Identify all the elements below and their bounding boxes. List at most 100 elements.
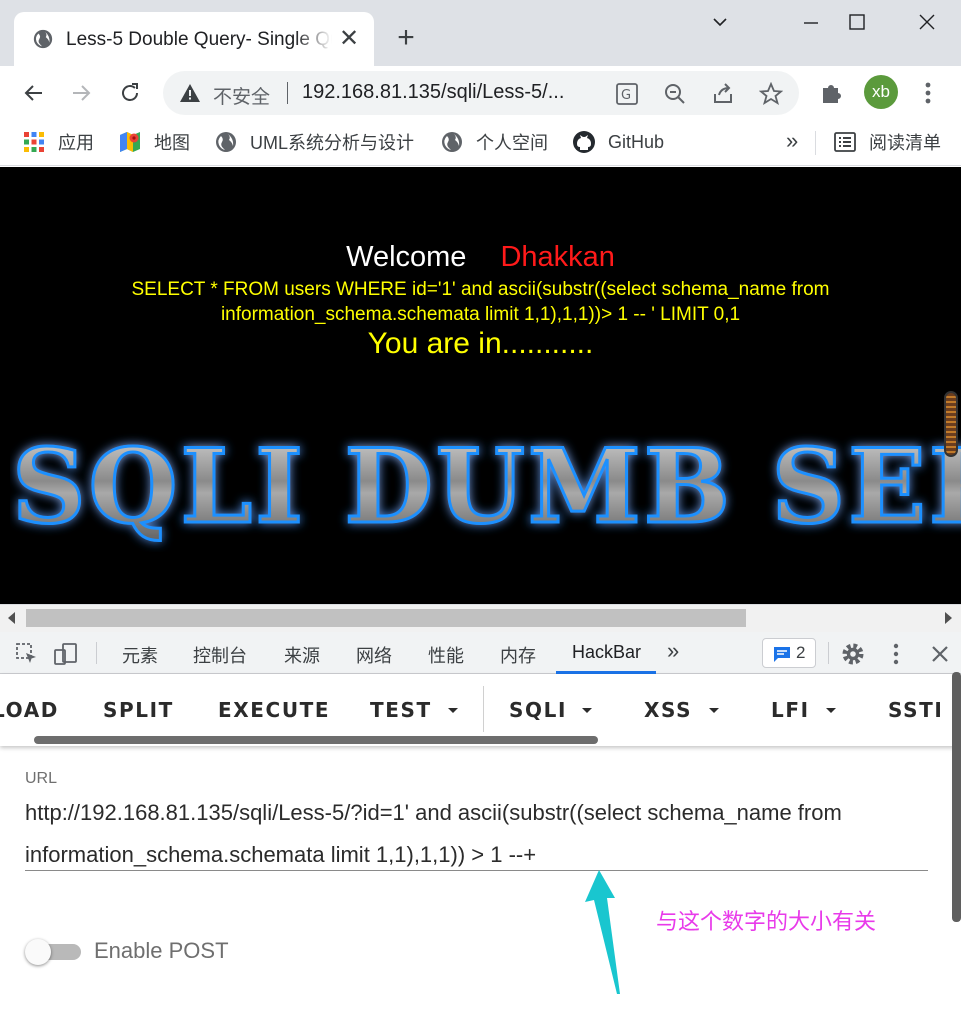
sqli-banner-image: SQLI DUMB SERIES — [11, 426, 961, 549]
bookmark-apps[interactable]: 应用 — [22, 128, 94, 156]
caret-down-icon — [709, 708, 719, 713]
menu-dots-icon[interactable] — [883, 641, 909, 667]
more-tabs-button[interactable]: » — [667, 638, 679, 664]
tab-strip: Less-5 Double Query- Single Quotes- Stri… — [0, 0, 961, 66]
maximize-icon — [849, 14, 865, 30]
status-message: You are in........... — [367, 327, 594, 360]
reload-button[interactable] — [113, 76, 147, 110]
tab-hackbar[interactable]: HackBar — [572, 642, 641, 663]
split-button[interactable]: SPLIT — [103, 698, 174, 722]
avatar[interactable]: xb — [864, 75, 898, 109]
close-icon — [919, 14, 935, 30]
reading-list-label: 阅读清单 — [869, 133, 941, 153]
test-dropdown[interactable]: TEST — [370, 698, 432, 722]
minimize-icon — [804, 22, 818, 24]
url-text[interactable]: 192.168.81.135/sqli/Less-5/... — [302, 81, 564, 104]
close-window-button[interactable] — [904, 6, 950, 40]
menu-dots-icon[interactable] — [914, 79, 942, 107]
reading-list-icon — [834, 132, 856, 152]
svg-text:G: G — [621, 88, 631, 103]
bookmark-label: 地图 — [154, 133, 190, 153]
message-icon — [774, 647, 790, 662]
horizontal-scrollbar-thumb[interactable] — [26, 609, 746, 627]
new-tab-button[interactable]: + — [390, 22, 422, 54]
scroll-left-arrow-icon[interactable] — [8, 612, 15, 624]
arrow-left-icon — [24, 85, 42, 101]
load-button[interactable]: LOAD — [0, 698, 59, 722]
page-scrollbar-thumb[interactable] — [944, 391, 958, 457]
github-icon — [573, 131, 595, 153]
share-icon[interactable] — [711, 82, 735, 106]
browser-toolbar: 不安全 192.168.81.135/sqli/Less-5/... G xb — [0, 66, 961, 120]
tab-performance[interactable]: 性能 — [428, 642, 464, 668]
scroll-right-arrow-icon[interactable] — [945, 612, 952, 624]
zoom-icon[interactable] — [663, 82, 687, 106]
annotation-text: 与这个数字的大小有关 — [656, 909, 877, 934]
chevron-down-icon — [713, 18, 727, 27]
lfi-dropdown[interactable]: LFI — [771, 698, 810, 722]
devtools-separator — [828, 642, 829, 664]
tab-search-button[interactable] — [697, 6, 743, 40]
apps-grid-icon — [24, 132, 44, 152]
ssti-dropdown[interactable]: SSTI — [888, 698, 943, 722]
devtools-panel: 元素 控制台 来源 网络 性能 内存 HackBar » 2 LOAD SPLI… — [0, 632, 961, 1021]
execute-button[interactable]: EXECUTE — [218, 698, 330, 722]
security-label[interactable]: 不安全 — [213, 82, 270, 109]
username-text: Dhakkan — [500, 241, 615, 273]
xss-dropdown[interactable]: XSS — [644, 698, 692, 722]
star-icon[interactable] — [759, 82, 783, 106]
sqli-dropdown[interactable]: SQLI — [509, 698, 567, 722]
bookmark-github[interactable]: GitHub — [572, 128, 664, 156]
page-content: Welcome Dhakkan SELECT * FROM users WHERE… — [0, 167, 961, 604]
devtools-vertical-scrollbar[interactable] — [952, 672, 961, 922]
tab-close-button[interactable]: ✕ — [336, 26, 362, 52]
bookmark-maps[interactable]: 地图 — [118, 128, 190, 156]
bookmark-uml[interactable]: UML系统分析与设计 — [214, 128, 414, 156]
translate-icon[interactable]: G — [615, 82, 639, 106]
bookmarks-divider — [815, 131, 816, 155]
globe-icon — [216, 132, 236, 152]
bookmark-label: 个人空间 — [476, 133, 548, 153]
address-bar[interactable]: 不安全 192.168.81.135/sqli/Less-5/... G — [163, 71, 799, 115]
maximize-button[interactable] — [834, 6, 880, 40]
caret-down-icon — [826, 708, 836, 713]
arrow-right-icon — [73, 85, 91, 101]
tab-network[interactable]: 网络 — [356, 642, 392, 668]
enable-post-label: Enable POST — [94, 938, 229, 963]
sql-query-text: SELECT * FROM users WHERE id='1' and asc… — [131, 279, 830, 325]
hackbar-toolbar-scrollbar[interactable] — [34, 736, 598, 744]
warning-icon — [180, 84, 200, 102]
devtools-separator — [96, 642, 97, 664]
tab-title: Less-5 Double Query- Single Quotes- Stri… — [66, 29, 332, 50]
hackbar-separator — [483, 686, 484, 732]
extensions-icon[interactable] — [818, 79, 846, 107]
tab-sources[interactable]: 来源 — [284, 642, 320, 668]
horizontal-scrollbar[interactable] — [0, 604, 961, 632]
enable-post-toggle[interactable] — [25, 937, 83, 967]
url-input-underline — [25, 870, 928, 871]
device-toolbar-icon[interactable] — [53, 641, 79, 667]
gear-icon[interactable] — [840, 641, 866, 667]
tab-elements[interactable]: 元素 — [122, 642, 158, 668]
minimize-button[interactable] — [788, 6, 834, 40]
forward-button[interactable] — [64, 76, 98, 110]
bookmark-personal-space[interactable]: 个人空间 — [440, 128, 548, 156]
bookmarks-overflow-button[interactable]: » — [786, 128, 798, 154]
reload-icon — [122, 83, 138, 101]
issues-badge[interactable]: 2 — [762, 638, 816, 668]
url-input[interactable]: http://192.168.81.135/sqli/Less-5/?id=1'… — [25, 792, 928, 876]
tab-memory[interactable]: 内存 — [500, 642, 536, 668]
globe-icon — [442, 132, 462, 152]
back-button[interactable] — [17, 76, 51, 110]
welcome-line: Welcome Dhakkan — [0, 241, 961, 274]
issues-count: 2 — [796, 643, 806, 662]
close-icon[interactable] — [927, 641, 953, 667]
caret-down-icon — [448, 708, 458, 713]
maps-icon — [120, 132, 140, 152]
reading-list-button[interactable]: 阅读清单 — [833, 128, 941, 156]
inspect-element-icon[interactable] — [14, 641, 40, 667]
address-separator — [287, 82, 288, 104]
caret-down-icon — [582, 708, 592, 713]
tab-console[interactable]: 控制台 — [193, 642, 247, 668]
browser-tab[interactable]: Less-5 Double Query- Single Quotes- Stri… — [14, 12, 374, 66]
